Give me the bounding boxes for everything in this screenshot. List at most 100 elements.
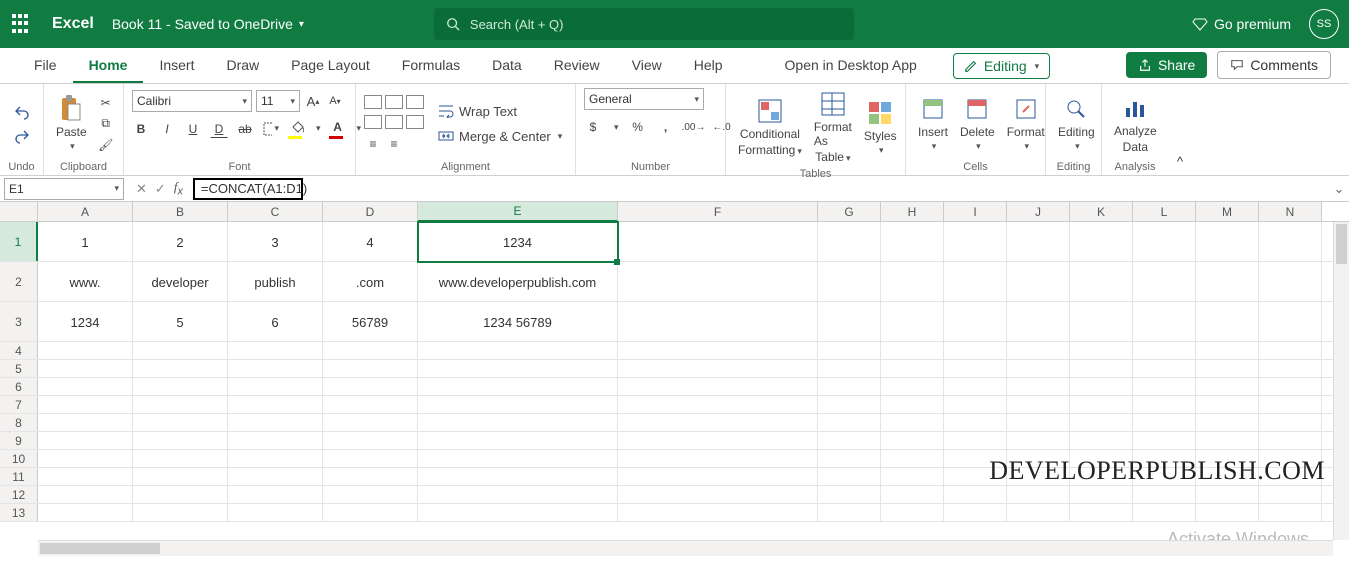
cell-H1[interactable] — [881, 222, 944, 262]
row-header-13[interactable]: 13 — [0, 504, 38, 521]
cell-H12[interactable] — [881, 486, 944, 504]
cell-J2[interactable] — [1007, 262, 1070, 302]
cell-A1[interactable]: 1 — [38, 222, 133, 262]
go-premium-button[interactable]: Go premium — [1192, 16, 1291, 32]
share-button[interactable]: Share — [1126, 52, 1207, 78]
cell-H9[interactable] — [881, 432, 944, 450]
cell-L8[interactable] — [1133, 414, 1196, 432]
scrollbar-thumb[interactable] — [40, 543, 160, 554]
cell-E3[interactable]: 1234 56789 — [418, 302, 618, 342]
cell-G2[interactable] — [818, 262, 881, 302]
collapse-ribbon-button[interactable]: ^ — [1168, 84, 1192, 175]
editing-mode-button[interactable]: Editing ▾ — [953, 53, 1050, 79]
row-header-10[interactable]: 10 — [0, 450, 38, 467]
cell-N12[interactable] — [1259, 486, 1322, 504]
align-top-button[interactable] — [364, 95, 382, 109]
cell-B11[interactable] — [133, 468, 228, 486]
cell-C13[interactable] — [228, 504, 323, 522]
copy-button[interactable]: ⧉ — [97, 115, 115, 133]
column-header-I[interactable]: I — [944, 202, 1007, 221]
cell-B5[interactable] — [133, 360, 228, 378]
cell-H4[interactable] — [881, 342, 944, 360]
cell-I13[interactable] — [944, 504, 1007, 522]
cell-F3[interactable] — [618, 302, 818, 342]
cell-J8[interactable] — [1007, 414, 1070, 432]
cell-J5[interactable] — [1007, 360, 1070, 378]
cell-I4[interactable] — [944, 342, 1007, 360]
tab-view[interactable]: View — [616, 49, 678, 83]
cell-C6[interactable] — [228, 378, 323, 396]
cell-B13[interactable] — [133, 504, 228, 522]
cell-M1[interactable] — [1196, 222, 1259, 262]
cell-styles-button[interactable]: Styles ▾ — [860, 97, 901, 158]
cell-F7[interactable] — [618, 396, 818, 414]
row-header-4[interactable]: 4 — [0, 342, 38, 359]
column-header-G[interactable]: G — [818, 202, 881, 221]
row-header-2[interactable]: 2 — [0, 262, 38, 301]
cell-K8[interactable] — [1070, 414, 1133, 432]
cell-J3[interactable] — [1007, 302, 1070, 342]
column-header-B[interactable]: B — [133, 202, 228, 221]
search-box[interactable]: Search (Alt + Q) — [434, 8, 854, 40]
cell-J1[interactable] — [1007, 222, 1070, 262]
delete-cells-button[interactable]: Delete▾ — [956, 93, 999, 154]
column-header-H[interactable]: H — [881, 202, 944, 221]
cell-M7[interactable] — [1196, 396, 1259, 414]
cell-G13[interactable] — [818, 504, 881, 522]
cell-K13[interactable] — [1070, 504, 1133, 522]
cell-G1[interactable] — [818, 222, 881, 262]
cell-H5[interactable] — [881, 360, 944, 378]
cell-G8[interactable] — [818, 414, 881, 432]
undo-button[interactable] — [13, 103, 31, 121]
cell-K7[interactable] — [1070, 396, 1133, 414]
insert-cells-button[interactable]: Insert▾ — [914, 93, 952, 154]
cell-G11[interactable] — [818, 468, 881, 486]
align-center-button[interactable] — [385, 115, 403, 129]
cell-D12[interactable] — [323, 486, 418, 504]
cell-H2[interactable] — [881, 262, 944, 302]
cell-M4[interactable] — [1196, 342, 1259, 360]
cell-E12[interactable] — [418, 486, 618, 504]
cell-N4[interactable] — [1259, 342, 1322, 360]
format-painter-button[interactable]: 🖌 — [97, 136, 115, 154]
cell-G5[interactable] — [818, 360, 881, 378]
cell-F10[interactable] — [618, 450, 818, 468]
column-header-E[interactable]: E — [418, 202, 618, 222]
cell-A7[interactable] — [38, 396, 133, 414]
percent-button[interactable]: % — [629, 118, 647, 136]
cell-B1[interactable]: 2 — [133, 222, 228, 262]
row-header-11[interactable]: 11 — [0, 468, 38, 485]
cell-C12[interactable] — [228, 486, 323, 504]
cell-A11[interactable] — [38, 468, 133, 486]
cell-L9[interactable] — [1133, 432, 1196, 450]
cell-A9[interactable] — [38, 432, 133, 450]
cell-I7[interactable] — [944, 396, 1007, 414]
cell-K6[interactable] — [1070, 378, 1133, 396]
number-format-select[interactable]: General▾ — [584, 88, 704, 110]
cell-E10[interactable] — [418, 450, 618, 468]
cell-N5[interactable] — [1259, 360, 1322, 378]
cell-N8[interactable] — [1259, 414, 1322, 432]
format-as-table-button[interactable]: Format As Table▾ — [810, 88, 856, 166]
cell-M3[interactable] — [1196, 302, 1259, 342]
align-middle-button[interactable] — [385, 95, 403, 109]
cell-F2[interactable] — [618, 262, 818, 302]
cell-M2[interactable] — [1196, 262, 1259, 302]
cell-K3[interactable] — [1070, 302, 1133, 342]
merge-center-button[interactable]: Merge & Center ▾ — [438, 129, 562, 144]
cell-C7[interactable] — [228, 396, 323, 414]
cell-H3[interactable] — [881, 302, 944, 342]
cell-I1[interactable] — [944, 222, 1007, 262]
cell-C10[interactable] — [228, 450, 323, 468]
cell-F9[interactable] — [618, 432, 818, 450]
open-desktop-button[interactable]: Open in Desktop App — [769, 49, 933, 83]
cell-F5[interactable] — [618, 360, 818, 378]
cell-L4[interactable] — [1133, 342, 1196, 360]
cell-M5[interactable] — [1196, 360, 1259, 378]
cell-D4[interactable] — [323, 342, 418, 360]
cell-A4[interactable] — [38, 342, 133, 360]
cell-A10[interactable] — [38, 450, 133, 468]
analyze-data-button[interactable]: Analyze Data — [1110, 92, 1161, 156]
align-left-button[interactable] — [364, 115, 382, 129]
row-header-8[interactable]: 8 — [0, 414, 38, 431]
